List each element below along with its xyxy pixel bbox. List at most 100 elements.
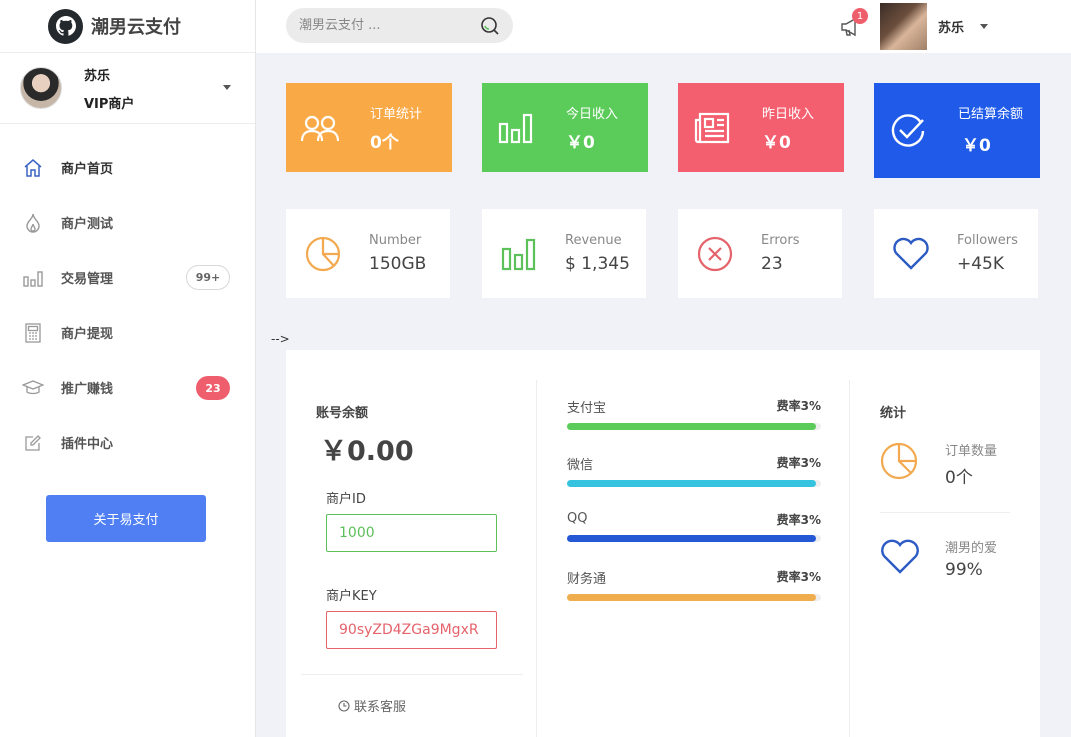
- search-input[interactable]: [299, 18, 469, 33]
- card-value: 23: [761, 254, 783, 274]
- rate-bar-track: [567, 423, 821, 430]
- stat-card-yesterday-income: 昨日收入 ￥0: [678, 83, 844, 172]
- merchant-id-label: 商户ID: [326, 492, 366, 507]
- stat-title: 订单数量: [945, 444, 998, 459]
- rate-bar-fill: [567, 535, 816, 542]
- sidebar-item-label: 商户首页: [61, 162, 114, 177]
- card-value: +45K: [957, 254, 1005, 274]
- bar-chart-icon: [496, 108, 536, 148]
- heart-icon: [891, 234, 931, 274]
- account-balance-section: 账号余额 ￥0.00 商户ID 商户KEY 联系客服: [286, 380, 536, 737]
- card-value: 150GB: [369, 254, 427, 274]
- heart-icon: [880, 539, 922, 581]
- sidebar-item-transactions[interactable]: 交易管理 99+: [0, 250, 255, 305]
- count-badge: 23: [196, 376, 230, 400]
- sidebar-item-label: 推广赚钱: [61, 382, 114, 397]
- rate-name: 支付宝: [567, 401, 607, 416]
- brand[interactable]: 潮男云支付: [0, 0, 255, 53]
- card-value: ￥0: [762, 132, 791, 153]
- x-circle-icon: [695, 234, 735, 274]
- check-circle-icon: [888, 111, 928, 151]
- header-avatar[interactable]: [880, 3, 927, 50]
- rate-name: 微信: [567, 458, 594, 473]
- stats-title: 统计: [880, 406, 907, 421]
- notification-button[interactable]: 1: [840, 8, 868, 38]
- calculator-icon: [22, 322, 44, 344]
- edit-icon: [22, 432, 44, 454]
- avatar: [20, 67, 62, 109]
- rate-bar-fill: [567, 423, 816, 430]
- stat-value: 99%: [945, 560, 983, 580]
- search-bar: [286, 8, 513, 43]
- rate-bar-fill: [567, 594, 816, 601]
- stat-card-followers: Followers +45K: [874, 209, 1038, 298]
- github-logo-icon: [48, 8, 83, 44]
- rate-value: 费率3%: [776, 399, 821, 413]
- rate-bar-track: [567, 480, 821, 487]
- chevron-down-icon[interactable]: [980, 24, 988, 29]
- card-title: 订单统计: [370, 106, 423, 122]
- account-balance-title: 账号余额: [316, 406, 369, 421]
- flame-icon: [22, 212, 44, 234]
- chevron-down-icon[interactable]: [223, 85, 231, 90]
- stat-title: 潮男的爱: [945, 541, 998, 556]
- merchant-key-label: 商户KEY: [326, 589, 377, 604]
- card-value: ￥0: [962, 136, 991, 156]
- card-title: 昨日收入: [762, 106, 815, 122]
- card-title: 已结算余额: [958, 107, 1024, 122]
- merchant-id-field[interactable]: [326, 514, 497, 552]
- header-user-name[interactable]: 苏乐: [938, 17, 964, 36]
- divider: [880, 512, 1010, 513]
- contact-support-link[interactable]: 联系客服: [338, 696, 406, 715]
- stat-card-today-income: 今日收入 ￥0: [482, 83, 648, 172]
- merchant-key-field[interactable]: [326, 611, 497, 649]
- stat-card-errors: Errors 23: [678, 209, 842, 298]
- rate-value: 费率3%: [776, 456, 821, 470]
- brand-title: 潮男云支付: [91, 17, 181, 38]
- sidebar-item-label: 商户提现: [61, 327, 114, 342]
- payment-rates-section: 支付宝 费率3% 微信 费率3% QQ 费率3% 财务通 费率3%: [536, 380, 850, 737]
- graduation-cap-icon: [22, 377, 44, 399]
- rate-value: 费率3%: [776, 570, 821, 584]
- bar-chart-icon: [22, 267, 44, 289]
- stat-card-settled-balance: 已结算余额 ￥0: [874, 83, 1040, 178]
- card-title: Revenue: [565, 233, 622, 248]
- stat-item-orders: 订单数量 0个: [880, 440, 997, 488]
- stat-value: 0个: [945, 468, 973, 488]
- rate-row-qq: QQ 费率3%: [567, 511, 821, 542]
- sidebar-user-role: VIP商户: [84, 96, 135, 112]
- rate-bar-fill: [567, 480, 816, 487]
- divider: [301, 674, 523, 675]
- sidebar-item-test[interactable]: 商户测试: [0, 195, 255, 250]
- sidebar-user-panel[interactable]: 苏乐 VIP商户: [0, 53, 255, 124]
- notification-badge: 1: [852, 8, 868, 24]
- sidebar-item-plugins[interactable]: 插件中心: [0, 415, 255, 470]
- sidebar-item-label: 交易管理: [61, 272, 114, 287]
- bar-chart-icon: [499, 234, 539, 274]
- count-badge: 99+: [186, 265, 230, 290]
- account-panel: 账号余额 ￥0.00 商户ID 商户KEY 联系客服 支付宝 费率3% 微信 费…: [286, 350, 1040, 737]
- sidebar-item-label: 插件中心: [61, 437, 114, 452]
- card-value: 0个: [370, 132, 399, 153]
- sidebar: 潮男云支付 苏乐 VIP商户 商户首页 商户测试 交易管理 99+ 商户提现 推…: [0, 0, 256, 737]
- sidebar-item-home[interactable]: 商户首页: [0, 140, 255, 195]
- stat-card-number: Number 150GB: [286, 209, 450, 298]
- about-button[interactable]: 关于易支付: [46, 495, 206, 542]
- sidebar-item-promote[interactable]: 推广赚钱 23: [0, 360, 255, 415]
- card-title: Errors: [761, 233, 800, 248]
- rate-bar-track: [567, 594, 821, 601]
- pie-chart-icon: [880, 442, 922, 484]
- search-icon[interactable]: [480, 16, 500, 40]
- rate-value: 费率3%: [776, 513, 821, 527]
- home-icon: [22, 157, 44, 179]
- sidebar-menu: 商户首页 商户测试 交易管理 99+ 商户提现 推广赚钱 23 插件中心: [0, 140, 255, 470]
- card-title: Number: [369, 233, 422, 248]
- card-title: 今日收入: [566, 106, 619, 122]
- sidebar-item-withdraw[interactable]: 商户提现: [0, 305, 255, 360]
- rate-name: QQ: [567, 511, 588, 526]
- top-header: 1 苏乐: [256, 0, 1071, 53]
- stats-section: 统计 订单数量 0个 潮男的爱 99%: [850, 380, 1040, 737]
- pie-chart-icon: [303, 234, 343, 274]
- account-balance-amount: ￥0.00: [320, 436, 414, 467]
- card-value: ￥0: [566, 132, 595, 153]
